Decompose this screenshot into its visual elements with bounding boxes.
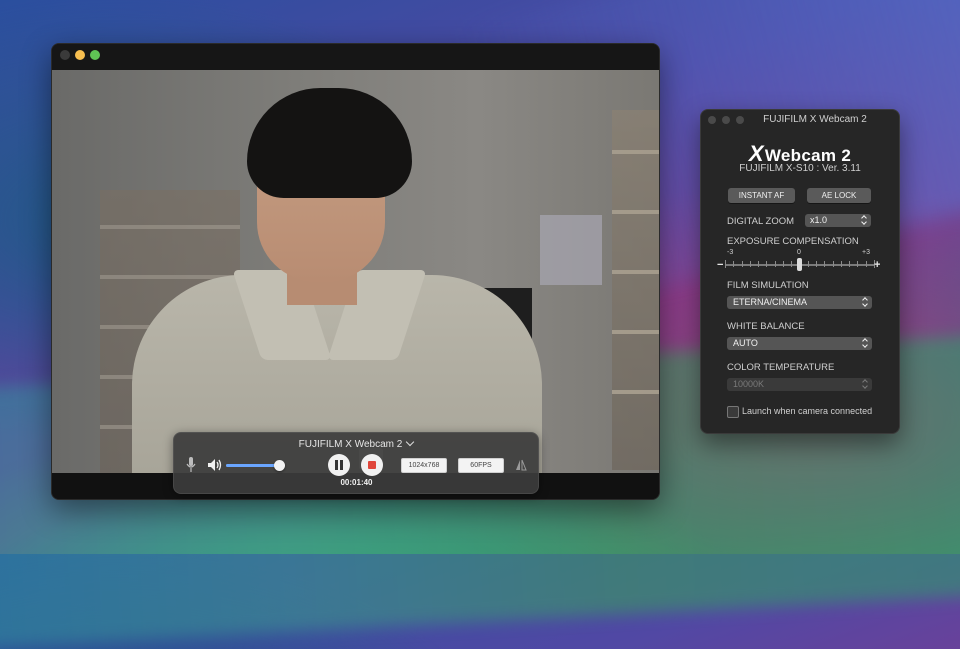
exposure-tick: [849, 261, 850, 267]
exposure-tick: [775, 261, 776, 267]
camera-titlebar[interactable]: [52, 44, 659, 70]
instant-af-button[interactable]: INSTANT AF: [728, 188, 795, 203]
exposure-min-label: -3: [727, 249, 734, 256]
pause-button[interactable]: [328, 454, 350, 476]
mirror-icon[interactable]: [515, 459, 527, 471]
exposure-max-label: +3: [862, 249, 870, 256]
exposure-tick: [808, 261, 809, 267]
exposure-increase-button[interactable]: +: [874, 259, 880, 271]
exposure-tick: [766, 261, 767, 267]
exposure-tick: [742, 261, 743, 267]
stepper-arrows-icon: [862, 298, 868, 307]
volume-slider[interactable]: [226, 460, 285, 471]
device-name: FUJIFILM X Webcam 2: [298, 439, 403, 450]
volume-knob[interactable]: [274, 460, 285, 471]
capture-controls: FUJIFILM X Webcam 2 00:01:40 1024x768 60…: [173, 432, 539, 494]
exposure-tick: [866, 261, 867, 267]
exposure-tick: [725, 260, 726, 268]
stop-button[interactable]: [361, 454, 383, 476]
background-shelf: [612, 110, 659, 470]
digital-zoom-select[interactable]: x1.0: [805, 214, 871, 227]
ae-lock-button[interactable]: AE LOCK: [807, 188, 871, 203]
exposure-knob[interactable]: [797, 258, 802, 271]
elapsed-time: 00:01:40: [340, 478, 373, 487]
exposure-label: EXPOSURE COMPENSATION: [727, 236, 859, 247]
microphone-icon[interactable]: [186, 457, 196, 473]
exposure-tick: [750, 261, 751, 267]
digital-zoom-label: DIGITAL ZOOM: [727, 216, 795, 227]
volume-fill: [226, 464, 279, 467]
panel-title: FUJIFILM X Webcam 2: [763, 114, 867, 125]
stepper-arrows-icon: [862, 380, 868, 389]
exposure-tick: [783, 261, 784, 267]
launch-checkbox-label[interactable]: Launch when camera connected: [742, 406, 872, 416]
color-temperature-label: COLOR TEMPERATURE: [727, 362, 835, 373]
speaker-icon[interactable]: [207, 458, 223, 472]
panel-titlebar[interactable]: FUJIFILM X Webcam 2: [701, 110, 899, 130]
close-button[interactable]: [60, 50, 70, 60]
maximize-button[interactable]: [90, 50, 100, 60]
chevron-down-icon: [406, 437, 415, 447]
background-poster: [540, 215, 602, 285]
white-balance-select[interactable]: AUTO: [727, 337, 872, 350]
exposure-tick: [791, 261, 792, 267]
exposure-tick: [841, 261, 842, 267]
person-hair: [247, 88, 412, 198]
exposure-tick: [758, 261, 759, 267]
minimize-button[interactable]: [75, 50, 85, 60]
exposure-mid-label: 0: [797, 249, 801, 256]
device-selector[interactable]: FUJIFILM X Webcam 2: [174, 437, 538, 450]
framerate-badge[interactable]: 60FPS: [458, 458, 504, 473]
exposure-tick: [733, 261, 734, 267]
settings-panel: FUJIFILM X Webcam 2 XWebcam 2 FUJIFILM X…: [700, 109, 900, 434]
camera-feed: [52, 70, 659, 473]
exposure-tick: [816, 261, 817, 267]
exposure-tick: [824, 261, 825, 267]
exposure-tick: [833, 261, 834, 267]
stepper-arrows-icon: [862, 339, 868, 348]
stepper-arrows-icon: [861, 216, 867, 225]
resolution-badge[interactable]: 1024x768: [401, 458, 447, 473]
film-simulation-label: FILM SIMULATION: [727, 280, 809, 291]
color-temperature-select: 10000K: [727, 378, 872, 391]
exposure-tick: [857, 261, 858, 267]
version-label: FUJIFILM X-S10 : Ver. 3.11: [739, 163, 861, 174]
launch-checkbox[interactable]: [727, 406, 739, 418]
white-balance-label: WHITE BALANCE: [727, 321, 805, 332]
film-simulation-select[interactable]: ETERNA/CINEMA: [727, 296, 872, 309]
exposure-decrease-button[interactable]: −: [717, 259, 723, 271]
